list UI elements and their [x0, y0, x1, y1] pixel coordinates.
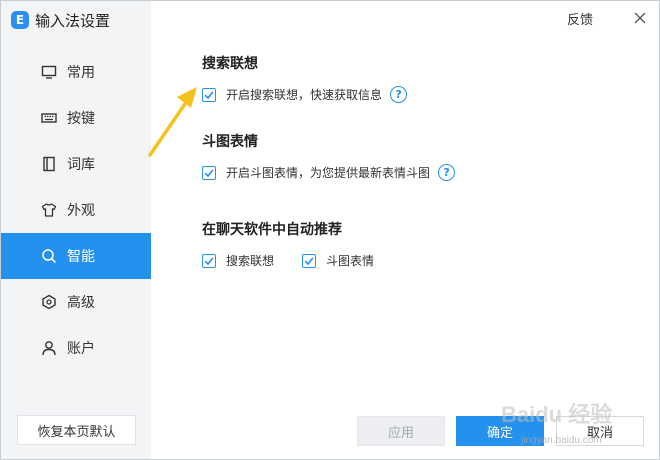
- sidebar-item-label: 账户: [67, 341, 95, 357]
- book-icon: [41, 156, 57, 172]
- sidebar-item-label: 按键: [67, 111, 95, 127]
- user-icon: [41, 340, 57, 356]
- check-icon: [204, 257, 214, 265]
- shirt-icon: [41, 202, 57, 218]
- sidebar: E 输入法设置 常用 按键 词库 外观 智能 高级 账户 恢复本页默认: [1, 1, 151, 459]
- chat-search-suggest-label: 搜索联想: [226, 254, 275, 268]
- sidebar-item-appearance[interactable]: 外观: [1, 187, 151, 233]
- sidebar-item-smart[interactable]: 智能: [1, 233, 151, 279]
- close-icon[interactable]: [629, 7, 651, 29]
- app-logo-icon: E: [11, 11, 29, 29]
- sticker-label: 开启斗图表情，为您提供最新表情斗图: [226, 166, 431, 180]
- chat-search-suggest-checkbox[interactable]: [202, 253, 216, 268]
- check-icon: [304, 257, 314, 265]
- watermark: Baidu 经验: [501, 402, 613, 427]
- search-suggest-option: 开启搜索联想，快速获取信息 ?: [202, 86, 408, 103]
- chat-search-suggest-option: 搜索联想: [202, 252, 274, 269]
- hexagon-icon: [41, 294, 57, 310]
- app-title: E 输入法设置: [11, 9, 110, 31]
- sidebar-item-keys[interactable]: 按键: [1, 95, 151, 141]
- keyboard-icon: [41, 110, 57, 126]
- chat-sticker-option: 斗图表情: [302, 252, 374, 269]
- section-title-sticker: 斗图表情: [202, 134, 258, 150]
- sticker-option: 开启斗图表情，为您提供最新表情斗图 ?: [202, 164, 456, 181]
- annotation-arrow-icon: [148, 87, 197, 157]
- search-suggest-label: 开启搜索联想，快速获取信息: [226, 88, 383, 102]
- check-icon: [204, 91, 214, 99]
- sidebar-item-lexicon[interactable]: 词库: [1, 141, 151, 187]
- sidebar-item-label: 常用: [67, 65, 95, 81]
- help-icon[interactable]: ?: [438, 164, 456, 181]
- app-title-text: 输入法设置: [35, 11, 111, 30]
- settings-window: E 输入法设置 常用 按键 词库 外观 智能 高级 账户 恢复本页默认 反馈 搜…: [0, 0, 660, 460]
- search-icon: [41, 248, 57, 264]
- feedback-link[interactable]: 反馈: [567, 9, 593, 28]
- check-icon: [204, 169, 214, 177]
- chat-sticker-checkbox[interactable]: [302, 253, 316, 268]
- sidebar-nav: 常用 按键 词库 外观 智能 高级 账户: [1, 49, 151, 371]
- apply-button[interactable]: 应用: [357, 416, 445, 446]
- sidebar-item-label: 智能: [67, 249, 95, 265]
- reset-defaults-button[interactable]: 恢复本页默认: [17, 415, 136, 445]
- chat-sticker-label: 斗图表情: [326, 254, 375, 268]
- sidebar-item-account[interactable]: 账户: [1, 325, 151, 371]
- section-title-chat-recommend: 在聊天软件中自动推荐: [202, 222, 342, 238]
- watermark-url: jingyan.baidu.com: [521, 435, 602, 446]
- monitor-icon: [41, 64, 57, 80]
- sidebar-item-label: 外观: [67, 203, 95, 219]
- sidebar-item-advanced[interactable]: 高级: [1, 279, 151, 325]
- search-suggest-checkbox[interactable]: [202, 87, 216, 102]
- sticker-checkbox[interactable]: [202, 165, 216, 180]
- sidebar-item-common[interactable]: 常用: [1, 49, 151, 95]
- sidebar-item-label: 词库: [67, 157, 95, 173]
- help-icon[interactable]: ?: [390, 86, 408, 103]
- sidebar-item-label: 高级: [67, 295, 95, 311]
- section-title-search: 搜索联想: [202, 56, 258, 72]
